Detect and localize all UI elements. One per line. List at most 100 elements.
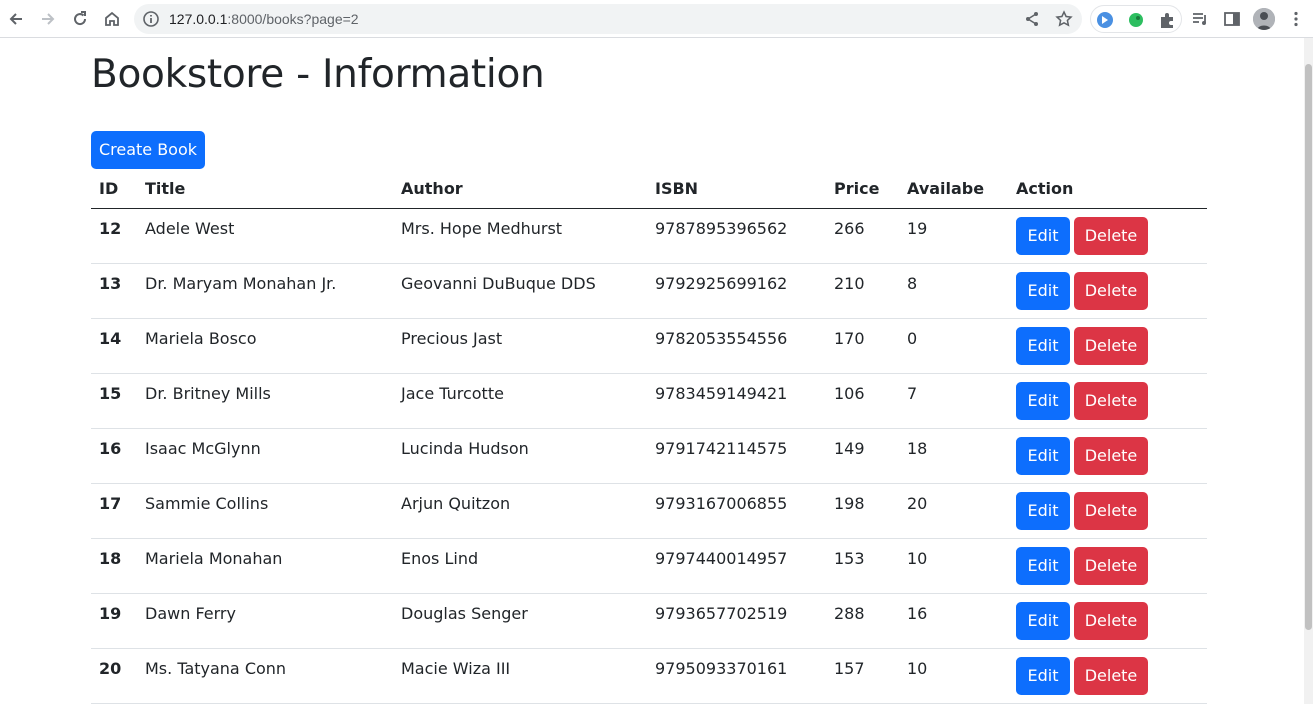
reload-icon: [74, 11, 87, 26]
cell-id: 16: [91, 428, 137, 484]
cell-isbn: 9797440014957: [647, 538, 826, 594]
profile-photo-icon: [1253, 8, 1275, 30]
cell-isbn: 9792925699162: [647, 263, 826, 319]
delete-button[interactable]: Delete: [1074, 381, 1148, 420]
cell-price: 157: [826, 648, 899, 704]
cell-actions: Edit Delete: [1008, 318, 1207, 374]
table-row: 15 Dr. Britney Mills Jace Turcotte 97834591…: [91, 373, 1207, 429]
cell-id: 19: [91, 593, 137, 649]
cell-id: 17: [91, 483, 137, 539]
create-book-button[interactable]: Create Book: [91, 131, 205, 169]
cell-price: 198: [826, 483, 899, 539]
url-text[interactable]: 127.0.0.1:8000/books?page=2: [169, 10, 359, 28]
cell-author: Mrs. Hope Medhurst: [393, 208, 647, 264]
share-icon[interactable]: [1023, 10, 1041, 28]
cell-title: Sammie Collins: [137, 483, 393, 539]
delete-button[interactable]: Delete: [1074, 216, 1148, 255]
delete-button[interactable]: Delete: [1074, 271, 1148, 310]
table-body: 12 Adele West Mrs. Hope Medhurst 9787895396…: [91, 208, 1207, 704]
browser-menu-button[interactable]: [1283, 6, 1309, 32]
delete-button[interactable]: Delete: [1074, 546, 1148, 585]
evernote-icon[interactable]: [1127, 11, 1145, 29]
cell-actions: Edit Delete: [1008, 538, 1207, 594]
delete-button[interactable]: Delete: [1074, 601, 1148, 640]
cell-price: 288: [826, 593, 899, 649]
cell-available: 16: [899, 593, 1008, 649]
back-button[interactable]: [3, 6, 29, 32]
forward-button[interactable]: [35, 6, 61, 32]
reading-list-button[interactable]: [1187, 6, 1213, 32]
home-icon: [105, 11, 119, 26]
home-button[interactable]: [99, 6, 125, 32]
cell-id: 15: [91, 373, 137, 429]
table-row: 18 Mariela Monahan Enos Lind 9797440014957 1…: [91, 538, 1207, 594]
cell-id: 18: [91, 538, 137, 594]
edit-button[interactable]: Edit: [1016, 601, 1070, 640]
delete-button[interactable]: Delete: [1074, 656, 1148, 695]
kebab-menu-icon: [1294, 11, 1298, 27]
header-isbn: ISBN: [647, 169, 826, 209]
edit-button[interactable]: Edit: [1016, 216, 1070, 255]
cell-author: Macie Wiza III: [393, 648, 647, 704]
page-title: Bookstore - Information: [91, 52, 545, 97]
edit-button[interactable]: Edit: [1016, 546, 1070, 585]
cell-actions: Edit Delete: [1008, 208, 1207, 264]
vertical-scrollbar[interactable]: [1304, 38, 1313, 704]
delete-button[interactable]: Delete: [1074, 326, 1148, 365]
edit-button[interactable]: Edit: [1016, 436, 1070, 475]
cell-actions: Edit Delete: [1008, 648, 1207, 704]
cell-isbn: 9782053554556: [647, 318, 826, 374]
header-price: Price: [826, 169, 899, 209]
profile-avatar[interactable]: [1253, 8, 1275, 30]
cell-id: 13: [91, 263, 137, 319]
edit-button[interactable]: Edit: [1016, 326, 1070, 365]
cell-id: 20: [91, 648, 137, 704]
cell-id: 14: [91, 318, 137, 374]
info-icon[interactable]: [142, 10, 160, 28]
scrollbar-thumb[interactable]: [1305, 64, 1312, 630]
cell-author: Arjun Quitzon: [393, 483, 647, 539]
cell-isbn: 9783459149421: [647, 373, 826, 429]
table-row: 17 Sammie Collins Arjun Quitzon 97931670068…: [91, 483, 1207, 539]
cell-isbn: 9793657702519: [647, 593, 826, 649]
cell-price: 149: [826, 428, 899, 484]
header-title: Title: [137, 169, 393, 209]
bookmark-star-icon[interactable]: [1055, 10, 1073, 28]
side-panel-icon: [1224, 12, 1240, 26]
cell-title: Mariela Monahan: [137, 538, 393, 594]
table-row: 20 Ms. Tatyana Conn Macie Wiza III 97950933…: [91, 648, 1207, 704]
cell-title: Isaac McGlynn: [137, 428, 393, 484]
delete-button[interactable]: Delete: [1074, 436, 1148, 475]
cell-available: 7: [899, 373, 1008, 429]
edit-button[interactable]: Edit: [1016, 271, 1070, 310]
cell-available: 10: [899, 538, 1008, 594]
forward-arrow-icon: [42, 13, 55, 25]
reading-list-icon: [1193, 13, 1206, 25]
extension-blue-icon[interactable]: [1096, 11, 1114, 29]
table-row: 12 Adele West Mrs. Hope Medhurst 9787895396…: [91, 208, 1207, 264]
url-host: 127.0.0.1: [169, 11, 228, 27]
cell-author: Lucinda Hudson: [393, 428, 647, 484]
cell-price: 170: [826, 318, 899, 374]
cell-actions: Edit Delete: [1008, 593, 1207, 649]
side-panel-button[interactable]: [1219, 6, 1245, 32]
cell-author: Precious Jast: [393, 318, 647, 374]
delete-button[interactable]: Delete: [1074, 491, 1148, 530]
cell-isbn: 9791742114575: [647, 428, 826, 484]
edit-button[interactable]: Edit: [1016, 656, 1070, 695]
table-row: 19 Dawn Ferry Douglas Senger 9793657702519 2…: [91, 593, 1207, 649]
edit-button[interactable]: Edit: [1016, 381, 1070, 420]
cell-isbn: 9787895396562: [647, 208, 826, 264]
cell-id: 12: [91, 208, 137, 264]
table-row: 14 Mariela Bosco Precious Jast 978205355455…: [91, 318, 1207, 374]
header-id: ID: [91, 169, 137, 209]
edit-button[interactable]: Edit: [1016, 491, 1070, 530]
cell-title: Mariela Bosco: [137, 318, 393, 374]
table-row: 16 Isaac McGlynn Lucinda Hudson 97917421145…: [91, 428, 1207, 484]
reload-button[interactable]: [67, 6, 93, 32]
books-table: ID Title Author ISBN Price Availabe Acti…: [91, 169, 1207, 704]
cell-title: Dawn Ferry: [137, 593, 393, 649]
cell-price: 210: [826, 263, 899, 319]
puzzle-extensions-icon[interactable]: [1158, 11, 1176, 29]
address-bar[interactable]: 127.0.0.1:8000/books?page=2: [134, 4, 1082, 34]
